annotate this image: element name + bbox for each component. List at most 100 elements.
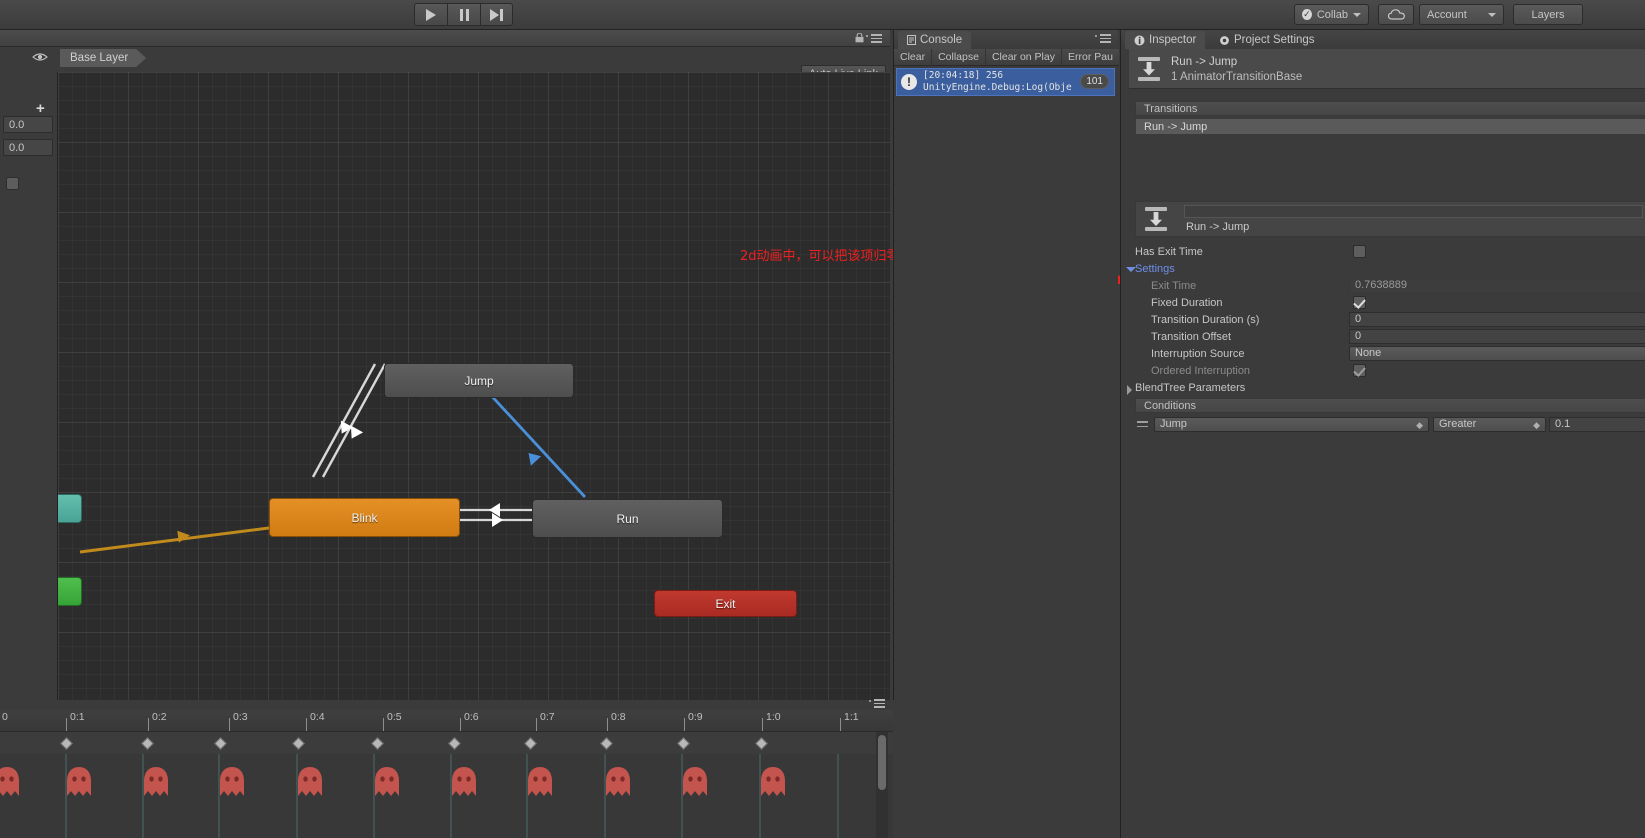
blendtree-parameters-label: BlendTree Parameters <box>1135 382 1246 394</box>
pause-button[interactable] <box>447 3 480 26</box>
condition-row: Jump ◆ Greater ◆ 0.1 <box>1121 417 1645 434</box>
state-node-entry[interactable] <box>58 577 82 606</box>
scrollbar-thumb[interactable] <box>878 735 886 790</box>
row-fixed-duration: Fixed Duration <box>1121 295 1645 312</box>
tab-project-settings-label: Project Settings <box>1234 34 1315 46</box>
layers-button[interactable]: Layers <box>1513 4 1583 25</box>
has-exit-time-checkbox[interactable] <box>1353 245 1366 258</box>
timeline-ruler[interactable]: 0 0:1 0:2 0:3 0:4 0:5 0:6 0:7 0:8 0:9 1:… <box>0 710 893 732</box>
condition-threshold-field[interactable]: 0.1 <box>1549 417 1645 432</box>
account-button[interactable]: Account <box>1419 4 1504 25</box>
ordered-interruption-checkbox[interactable] <box>1353 364 1366 377</box>
console-icon <box>907 35 916 45</box>
inspector-window: Inspector Project Settings Run -> Jump 1… <box>1120 30 1645 838</box>
timeline-scrollbar[interactable] <box>876 732 888 838</box>
play-button[interactable] <box>414 3 447 26</box>
transition-icon <box>1144 206 1168 232</box>
interruption-source-dropdown[interactable]: None <box>1349 346 1645 361</box>
has-exit-time-label: Has Exit Time <box>1135 246 1203 258</box>
row-blendtree-parameters[interactable]: BlendTree Parameters <box>1121 380 1645 397</box>
account-label: Account <box>1427 8 1467 21</box>
ruler-tick: 0:6 <box>464 711 479 723</box>
fixed-duration-label: Fixed Duration <box>1151 297 1223 309</box>
pause-icon <box>459 8 469 21</box>
console-options-icon[interactable] <box>1095 34 1111 45</box>
row-exit-time: Exit Time 0.7638889 <box>1121 278 1645 295</box>
cloud-icon <box>1387 9 1405 20</box>
console-log-entry[interactable]: ! [20:04:18] 256 UnityEngine.Debug:Log(O… <box>896 68 1115 96</box>
eye-icon[interactable] <box>32 52 48 62</box>
ruler-tick: 0:1 <box>70 711 85 723</box>
log-line-2: UnityEngine.Debug:Log(Obje <box>923 82 1072 93</box>
step-button[interactable] <box>480 3 513 26</box>
state-node-blink[interactable]: Blink <box>269 498 460 537</box>
ruler-tick: 0:3 <box>233 711 248 723</box>
layer-ik-checkbox[interactable] <box>6 177 19 190</box>
layer-weight-field-2[interactable]: 0.0 <box>3 139 53 156</box>
clear-on-play-button[interactable]: Clear on Play <box>986 49 1062 65</box>
layer-weight-field-1[interactable]: 0.0 <box>3 116 53 133</box>
base-layer-label: Base Layer <box>70 52 129 64</box>
transition-icon <box>1137 56 1161 82</box>
animator-window: Base Layer Auto Live Link + 0.0 0.0 <box>0 30 890 730</box>
animation-tabbar <box>0 699 893 710</box>
ruler-tick: 0:7 <box>540 711 555 723</box>
ruler-tick: 0:9 <box>688 711 703 723</box>
animation-window: 0 0:1 0:2 0:3 0:4 0:5 0:6 0:7 0:8 0:9 1:… <box>0 699 893 838</box>
animator-graph-canvas[interactable]: Jump Blink Run Exit <box>57 72 890 706</box>
layer-weight-value-1: 0.0 <box>9 118 25 131</box>
state-node-jump[interactable]: Jump <box>384 363 574 398</box>
tab-console-label: Console <box>920 34 963 46</box>
inspector-header: Run -> Jump 1 AnimatorTransitionBase <box>1129 49 1645 89</box>
state-node-run[interactable]: Run <box>532 499 723 538</box>
transitions-section-header: Transitions <box>1135 101 1645 116</box>
log-line-1: [20:04:18] 256 <box>923 70 1004 82</box>
transitions-list-item[interactable]: Run -> Jump <box>1135 119 1645 134</box>
inspector-tab-row: Inspector Project Settings <box>1121 30 1645 49</box>
settings-label: Settings <box>1135 263 1175 275</box>
chevron-right-icon[interactable] <box>1127 385 1132 395</box>
tab-project-settings[interactable]: Project Settings <box>1210 31 1324 49</box>
add-layer-icon[interactable]: + <box>36 100 45 117</box>
error-pause-button[interactable]: Error Pau <box>1062 49 1119 65</box>
inspector-title: Run -> Jump <box>1171 56 1238 69</box>
fixed-duration-checkbox[interactable] <box>1353 296 1366 309</box>
console-tab-row: Console <box>894 30 1118 49</box>
condition-parameter-dropdown[interactable]: Jump ◆ <box>1154 417 1429 432</box>
info-icon <box>1134 35 1145 45</box>
transition-duration-label: Transition Duration (s) <box>1151 314 1260 326</box>
tab-inspector[interactable]: Inspector <box>1125 31 1206 49</box>
state-node-any-state[interactable] <box>58 494 82 523</box>
breadcrumb-base-layer[interactable]: Base Layer <box>60 49 146 67</box>
cloud-button[interactable] <box>1378 4 1414 25</box>
timeline-tracks[interactable] <box>0 732 893 838</box>
condition-comparison-dropdown[interactable]: Greater ◆ <box>1433 417 1546 432</box>
layers-label: Layers <box>1531 8 1565 21</box>
exit-time-field[interactable]: 0.7638889 <box>1349 278 1645 293</box>
animation-options-icon[interactable] <box>869 699 885 710</box>
state-node-label: Run <box>616 511 639 526</box>
row-transition-duration: Transition Duration (s) 0 <box>1121 312 1645 329</box>
tab-console[interactable]: Console <box>898 31 972 49</box>
collab-button[interactable]: ✓ Collab <box>1294 4 1369 25</box>
layer-panel: + 0.0 0.0 <box>0 72 56 700</box>
step-icon <box>490 8 503 21</box>
exit-time-label: Exit Time <box>1151 280 1197 292</box>
transition-preview-box: Run -> Jump <box>1135 201 1645 237</box>
playback-controls <box>414 3 513 26</box>
clear-button[interactable]: Clear <box>894 49 933 65</box>
ruler-tick: 1:1 <box>844 711 859 723</box>
transition-duration-field[interactable]: 0 <box>1349 312 1645 327</box>
transition-offset-field[interactable]: 0 <box>1349 329 1645 344</box>
ruler-tick: 0:5 <box>387 711 402 723</box>
animator-options-icon[interactable] <box>866 34 882 45</box>
condition-drag-handle[interactable] <box>1137 421 1148 427</box>
row-ordered-interruption: Ordered Interruption <box>1121 363 1645 380</box>
sprite-frames <box>0 754 839 838</box>
transition-name-field[interactable] <box>1184 205 1643 218</box>
row-settings-foldout[interactable]: Settings <box>1121 261 1645 278</box>
top-toolbar: ✓ Collab Account Layers <box>0 0 1645 30</box>
lock-icon[interactable] <box>855 33 864 43</box>
state-node-exit[interactable]: Exit <box>654 590 797 617</box>
collapse-button[interactable]: Collapse <box>932 49 986 65</box>
